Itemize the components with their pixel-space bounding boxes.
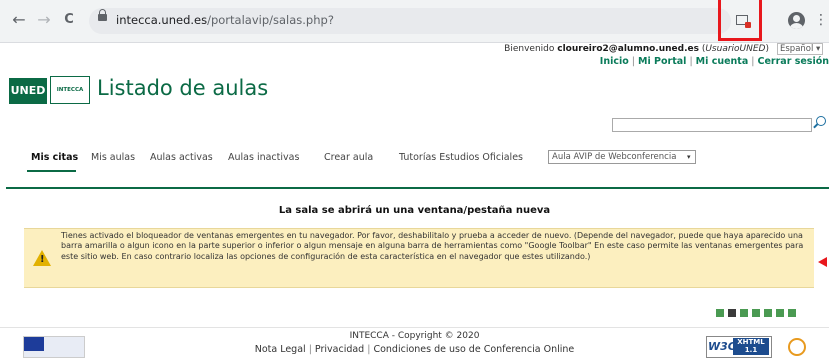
user-links: Inicio | Mi Portal | Mi cuenta | Cerrar … xyxy=(599,56,829,67)
intecca-logo[interactable]: INTECCA xyxy=(50,76,90,104)
reload-button[interactable]: C xyxy=(60,11,78,29)
print-icon[interactable] xyxy=(740,309,748,317)
warning-text: Tienes activado el bloqueador de ventana… xyxy=(61,231,804,261)
link-cerrar-sesion[interactable]: Cerrar sesión xyxy=(758,56,829,67)
chevron-down-icon[interactable]: ▾ xyxy=(687,150,691,164)
tab-crear-aula[interactable]: Crear aula xyxy=(324,152,373,163)
accessibility-icon[interactable] xyxy=(752,309,760,317)
profile-avatar-icon[interactable] xyxy=(788,12,805,29)
accessibility-logo-icon[interactable] xyxy=(788,338,806,356)
footer-divider xyxy=(0,327,829,328)
xhtml-label: XHTML 1.1 xyxy=(733,338,769,355)
user-email: cloureiro2@alumno.uned.es xyxy=(557,44,699,54)
w3c-label: W3C xyxy=(708,340,736,353)
message-heading: La sala se abrirá un una ventana/pestaña… xyxy=(278,205,551,216)
tab-tutorias[interactable]: Tutorías Estudios Oficiales xyxy=(399,152,523,163)
browser-menu-icon[interactable]: ⋮ xyxy=(814,11,828,29)
warning-icon-mark: ! xyxy=(40,254,45,265)
copyright-text: INTECCA - Copyright © 2020 xyxy=(349,331,480,341)
popup-blocked-highlight xyxy=(718,0,762,41)
rss-icon[interactable] xyxy=(776,309,784,317)
user-role: UsuarioUNED xyxy=(705,44,766,54)
lock-icon[interactable] xyxy=(98,9,107,21)
link-condiciones[interactable]: Condiciones de uso de Conferencia Online xyxy=(373,344,574,355)
back-button[interactable]: ← xyxy=(10,11,28,29)
tab-aulas-inactivas[interactable]: Aulas inactivas xyxy=(228,152,299,163)
footer-links: Nota Legal | Privacidad | Condiciones de… xyxy=(254,344,575,355)
link-mi-cuenta[interactable]: Mi cuenta xyxy=(696,56,749,67)
welcome-text: Bienvenido cloureiro2@alumno.uned.es (Us… xyxy=(504,44,769,54)
link-privacidad[interactable]: Privacidad xyxy=(315,344,364,355)
uned-logo[interactable]: UNED xyxy=(9,78,47,104)
room-type-select[interactable]: Aula AVIP de Webconferencia xyxy=(548,150,696,164)
page-title: Listado de aulas xyxy=(97,76,269,100)
mail-icon[interactable] xyxy=(716,309,724,317)
nav-divider xyxy=(6,187,829,189)
tab-aulas-activas[interactable]: Aulas activas xyxy=(150,152,213,163)
search-icon[interactable] xyxy=(816,116,826,126)
search-input[interactable] xyxy=(612,118,812,132)
red-arrow-icon xyxy=(818,257,827,267)
link-mi-portal[interactable]: Mi Portal xyxy=(638,56,686,67)
sitemap-icon[interactable] xyxy=(764,309,772,317)
help-icon[interactable] xyxy=(788,309,796,317)
active-tab-indicator xyxy=(27,170,76,172)
link-inicio[interactable]: Inicio xyxy=(600,56,629,67)
url-text[interactable]: intecca.uned.es/portalavip/salas.php? xyxy=(116,13,334,27)
forward-button[interactable]: → xyxy=(35,11,53,29)
home-icon[interactable] xyxy=(728,309,736,317)
url-host: intecca.uned.es xyxy=(116,13,208,27)
url-path: /portalavip/salas.php? xyxy=(207,13,334,27)
tab-mis-aulas[interactable]: Mis aulas xyxy=(91,152,135,163)
welcome-greeting: Bienvenido xyxy=(504,44,555,54)
language-select[interactable]: Español ▾ xyxy=(777,43,823,55)
link-nota-legal[interactable]: Nota Legal xyxy=(255,344,306,355)
tab-mis-citas[interactable]: Mis citas xyxy=(31,152,78,163)
